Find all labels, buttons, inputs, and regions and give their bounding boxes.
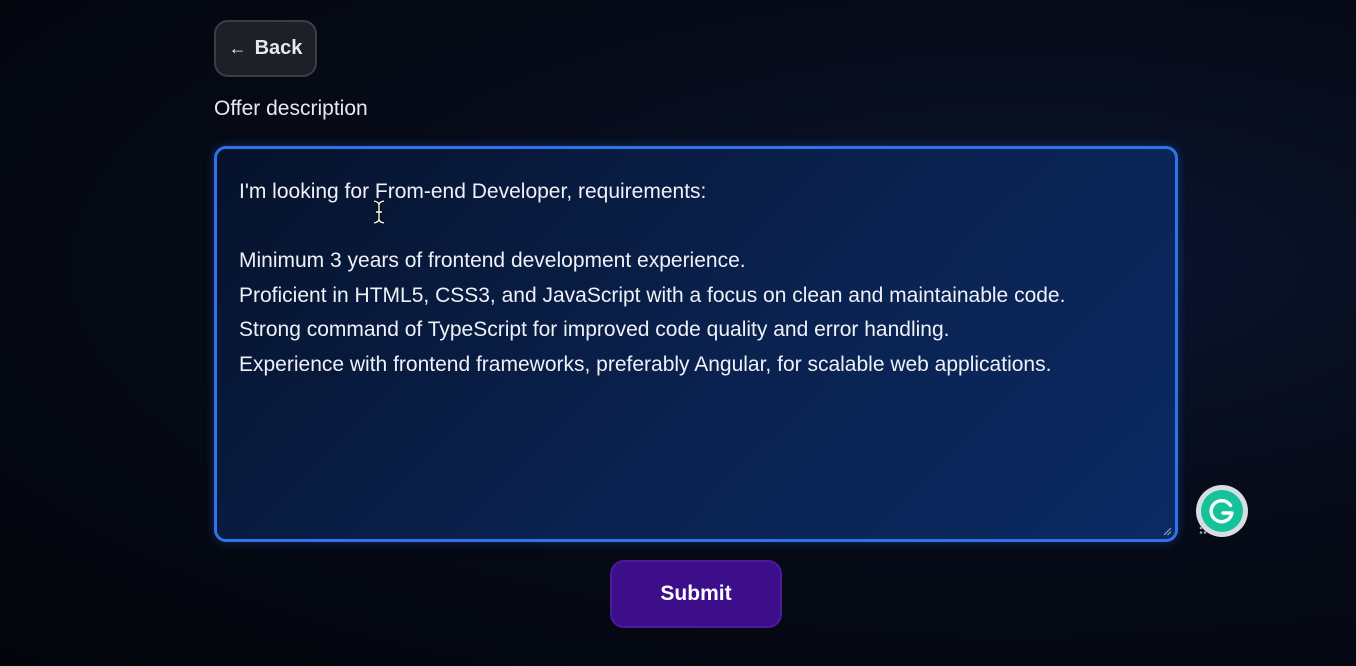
- resize-handle-icon[interactable]: [1162, 526, 1172, 536]
- text-cursor-icon: [373, 199, 385, 225]
- submit-button[interactable]: Submit: [610, 560, 782, 628]
- back-button[interactable]: ← Back: [214, 20, 317, 77]
- submit-button-label: Submit: [660, 582, 732, 605]
- offer-description-field: [214, 146, 1178, 542]
- offer-description-label: Offer description: [214, 97, 368, 120]
- back-button-label: Back: [254, 37, 303, 59]
- offer-description-textarea[interactable]: [217, 149, 1175, 539]
- grammarly-icon[interactable]: [1195, 484, 1249, 538]
- arrow-left-icon: ←: [228, 37, 247, 58]
